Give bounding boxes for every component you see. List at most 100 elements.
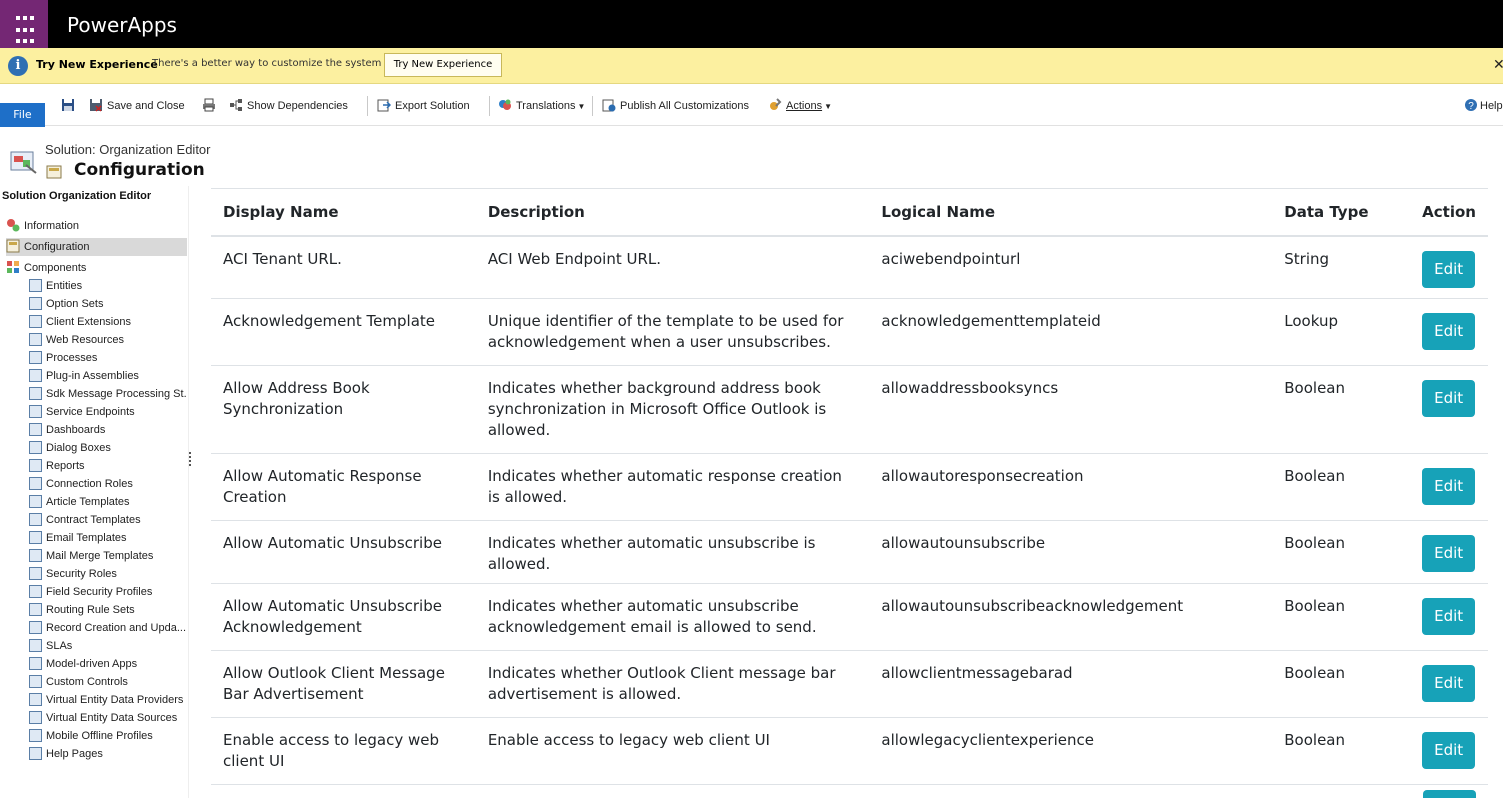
sidebar-item-component[interactable]: Dashboards <box>29 421 187 439</box>
column-header-description[interactable]: Description <box>475 188 870 237</box>
sidebar-item-component[interactable]: Email Templates <box>29 529 187 547</box>
sidebar-item-components[interactable]: Components <box>6 259 186 277</box>
sidebar-item-component[interactable]: Record Creation and Upda... <box>29 619 187 637</box>
sidebar-item-label: Entities <box>46 280 83 292</box>
sidebar-item-component[interactable]: Contract Templates <box>29 511 187 529</box>
logical-name-cell: allowautoresponsecreation <box>869 453 1273 521</box>
action-cell: Edit <box>1410 453 1488 521</box>
sidebar-item-component[interactable]: Article Templates <box>29 493 187 511</box>
translations-menu[interactable]: Translations ▼ <box>498 98 585 114</box>
help-button[interactable]: ? Help <box>1464 98 1503 114</box>
component-icon <box>29 747 42 760</box>
description-cell: Unique identifier of the template to be … <box>475 298 870 366</box>
edit-button[interactable]: Edit <box>1422 665 1476 702</box>
component-icon <box>29 585 42 598</box>
component-icon <box>29 369 42 382</box>
sidebar-item-component[interactable]: Security Roles <box>29 565 187 583</box>
sidebar-item-component[interactable]: Mail Merge Templates <box>29 547 187 565</box>
component-icon <box>29 333 42 346</box>
table-row: ACI Tenant URL. ACI Web Endpoint URL. aciw… <box>211 235 1488 299</box>
display-name-cell: Allow Automatic Unsubscribe <box>211 520 476 584</box>
action-cell: Edit <box>1410 650 1488 718</box>
publish-all-button[interactable]: Publish All Customizations <box>602 98 749 114</box>
ribbon-divider <box>592 96 593 116</box>
logical-name-cell: acknowledgementtemplateid <box>869 298 1273 366</box>
export-solution-button[interactable]: Export Solution <box>377 98 470 114</box>
column-header-data-type[interactable]: Data Type <box>1272 188 1411 237</box>
sidebar-item-label: Components <box>24 262 87 274</box>
sidebar-item-component[interactable]: Virtual Entity Data Sources <box>29 709 187 727</box>
print-button[interactable] <box>202 98 220 114</box>
sidebar-item-label: Information <box>24 220 80 232</box>
close-icon[interactable]: ✕ <box>1493 57 1503 73</box>
sidebar-item-component[interactable]: Entities <box>29 277 187 295</box>
sidebar-item-component[interactable]: Help Pages <box>29 745 187 763</box>
component-icon <box>29 657 42 670</box>
edit-button[interactable]: Edit <box>1422 468 1476 505</box>
sidebar-item-component[interactable]: Client Extensions <box>29 313 187 331</box>
sidebar-item-component[interactable]: Virtual Entity Data Providers <box>29 691 187 709</box>
sidebar-item-component[interactable]: Service Endpoints <box>29 403 187 421</box>
sidebar-item-information[interactable]: Information <box>6 217 186 235</box>
sidebar-item-component[interactable]: Option Sets <box>29 295 187 313</box>
sidebar-item-component[interactable]: Reports <box>29 457 187 475</box>
sidebar-item-component[interactable]: Processes <box>29 349 187 367</box>
try-new-experience-button[interactable]: Try New Experience <box>384 53 502 77</box>
actions-menu[interactable]: Actions ▼ <box>768 98 832 114</box>
description-cell: Indicates whether automatic unsubscribe … <box>475 583 870 651</box>
file-button[interactable]: File <box>0 103 45 127</box>
description-cell: Indicates whether Outlook Client message… <box>475 650 870 718</box>
table-row: Allow Address Book Synchronization Indica… <box>211 365 1488 454</box>
sidebar-item-label: Connection Roles <box>46 478 133 490</box>
action-cell: Edit <box>1410 298 1488 366</box>
sidebar-item-configuration[interactable]: Configuration <box>6 238 187 256</box>
sidebar-item-label: Processes <box>46 352 98 364</box>
info-icon: i <box>8 56 28 76</box>
edit-button[interactable]: Edit <box>1422 535 1476 572</box>
app-launcher-icon[interactable] <box>0 0 48 48</box>
sidebar-item-component[interactable]: Dialog Boxes <box>29 439 187 457</box>
edit-button[interactable]: Edit <box>1422 380 1476 417</box>
sidebar-item-label: Security Roles <box>46 568 117 580</box>
sidebar-item-component[interactable]: Field Security Profiles <box>29 583 187 601</box>
data-type-cell: Boolean <box>1272 650 1411 718</box>
column-header-display-name[interactable]: Display Name <box>211 188 476 237</box>
component-icon <box>29 603 42 616</box>
sidebar-item-component[interactable]: SLAs <box>29 637 187 655</box>
edit-button[interactable]: Edit <box>1422 250 1476 288</box>
publish-icon <box>602 99 616 112</box>
display-name-cell: Acknowledgement Template <box>211 298 476 366</box>
sidebar-item-label: Web Resources <box>46 334 125 346</box>
logical-name-cell: allowclientmessagebarad <box>869 650 1273 718</box>
logical-name-cell: aciwebendpointurl <box>869 235 1273 299</box>
display-name-cell: ACI Tenant URL. <box>211 235 476 299</box>
sidebar-item-component[interactable]: Routing Rule Sets <box>29 601 187 619</box>
sidebar-item-component[interactable]: Custom Controls <box>29 673 187 691</box>
sidebar-item-component[interactable]: Model-driven Apps <box>29 655 187 673</box>
edit-button[interactable]: Edit <box>1422 313 1476 350</box>
component-icon <box>29 459 42 472</box>
action-cell: Edit <box>1410 365 1488 454</box>
show-dependencies-button[interactable]: Show Dependencies <box>229 98 348 114</box>
edit-button[interactable]: Edit <box>1422 598 1476 635</box>
edit-button[interactable]: Edit <box>1422 732 1476 769</box>
translations-icon <box>499 99 511 110</box>
sidebar-item-component[interactable]: Web Resources <box>29 331 187 349</box>
sidebar-item-component[interactable]: Mobile Offline Profiles <box>29 727 187 745</box>
sidebar-item-component[interactable]: Sdk Message Processing St... <box>29 385 187 403</box>
sidebar-item-label: Article Templates <box>46 496 130 508</box>
sidebar-item-component[interactable]: Plug-in Assemblies <box>29 367 187 385</box>
component-icon <box>29 441 42 454</box>
save-and-close-button[interactable]: Save and Close <box>89 98 185 114</box>
save-button[interactable] <box>61 98 79 114</box>
sidebar-item-label: Service Endpoints <box>46 406 135 418</box>
table-row: Enable access to legacy web client UI Ena… <box>211 717 1488 785</box>
component-icon <box>29 639 42 652</box>
components-icon <box>7 261 19 273</box>
column-header-logical-name[interactable]: Logical Name <box>869 188 1273 237</box>
edit-button[interactable] <box>1423 790 1476 798</box>
sidebar-resize-handle[interactable] <box>189 452 191 468</box>
sidebar-item-component[interactable]: Connection Roles <box>29 475 187 493</box>
component-icon <box>29 351 42 364</box>
information-icon <box>7 219 20 232</box>
